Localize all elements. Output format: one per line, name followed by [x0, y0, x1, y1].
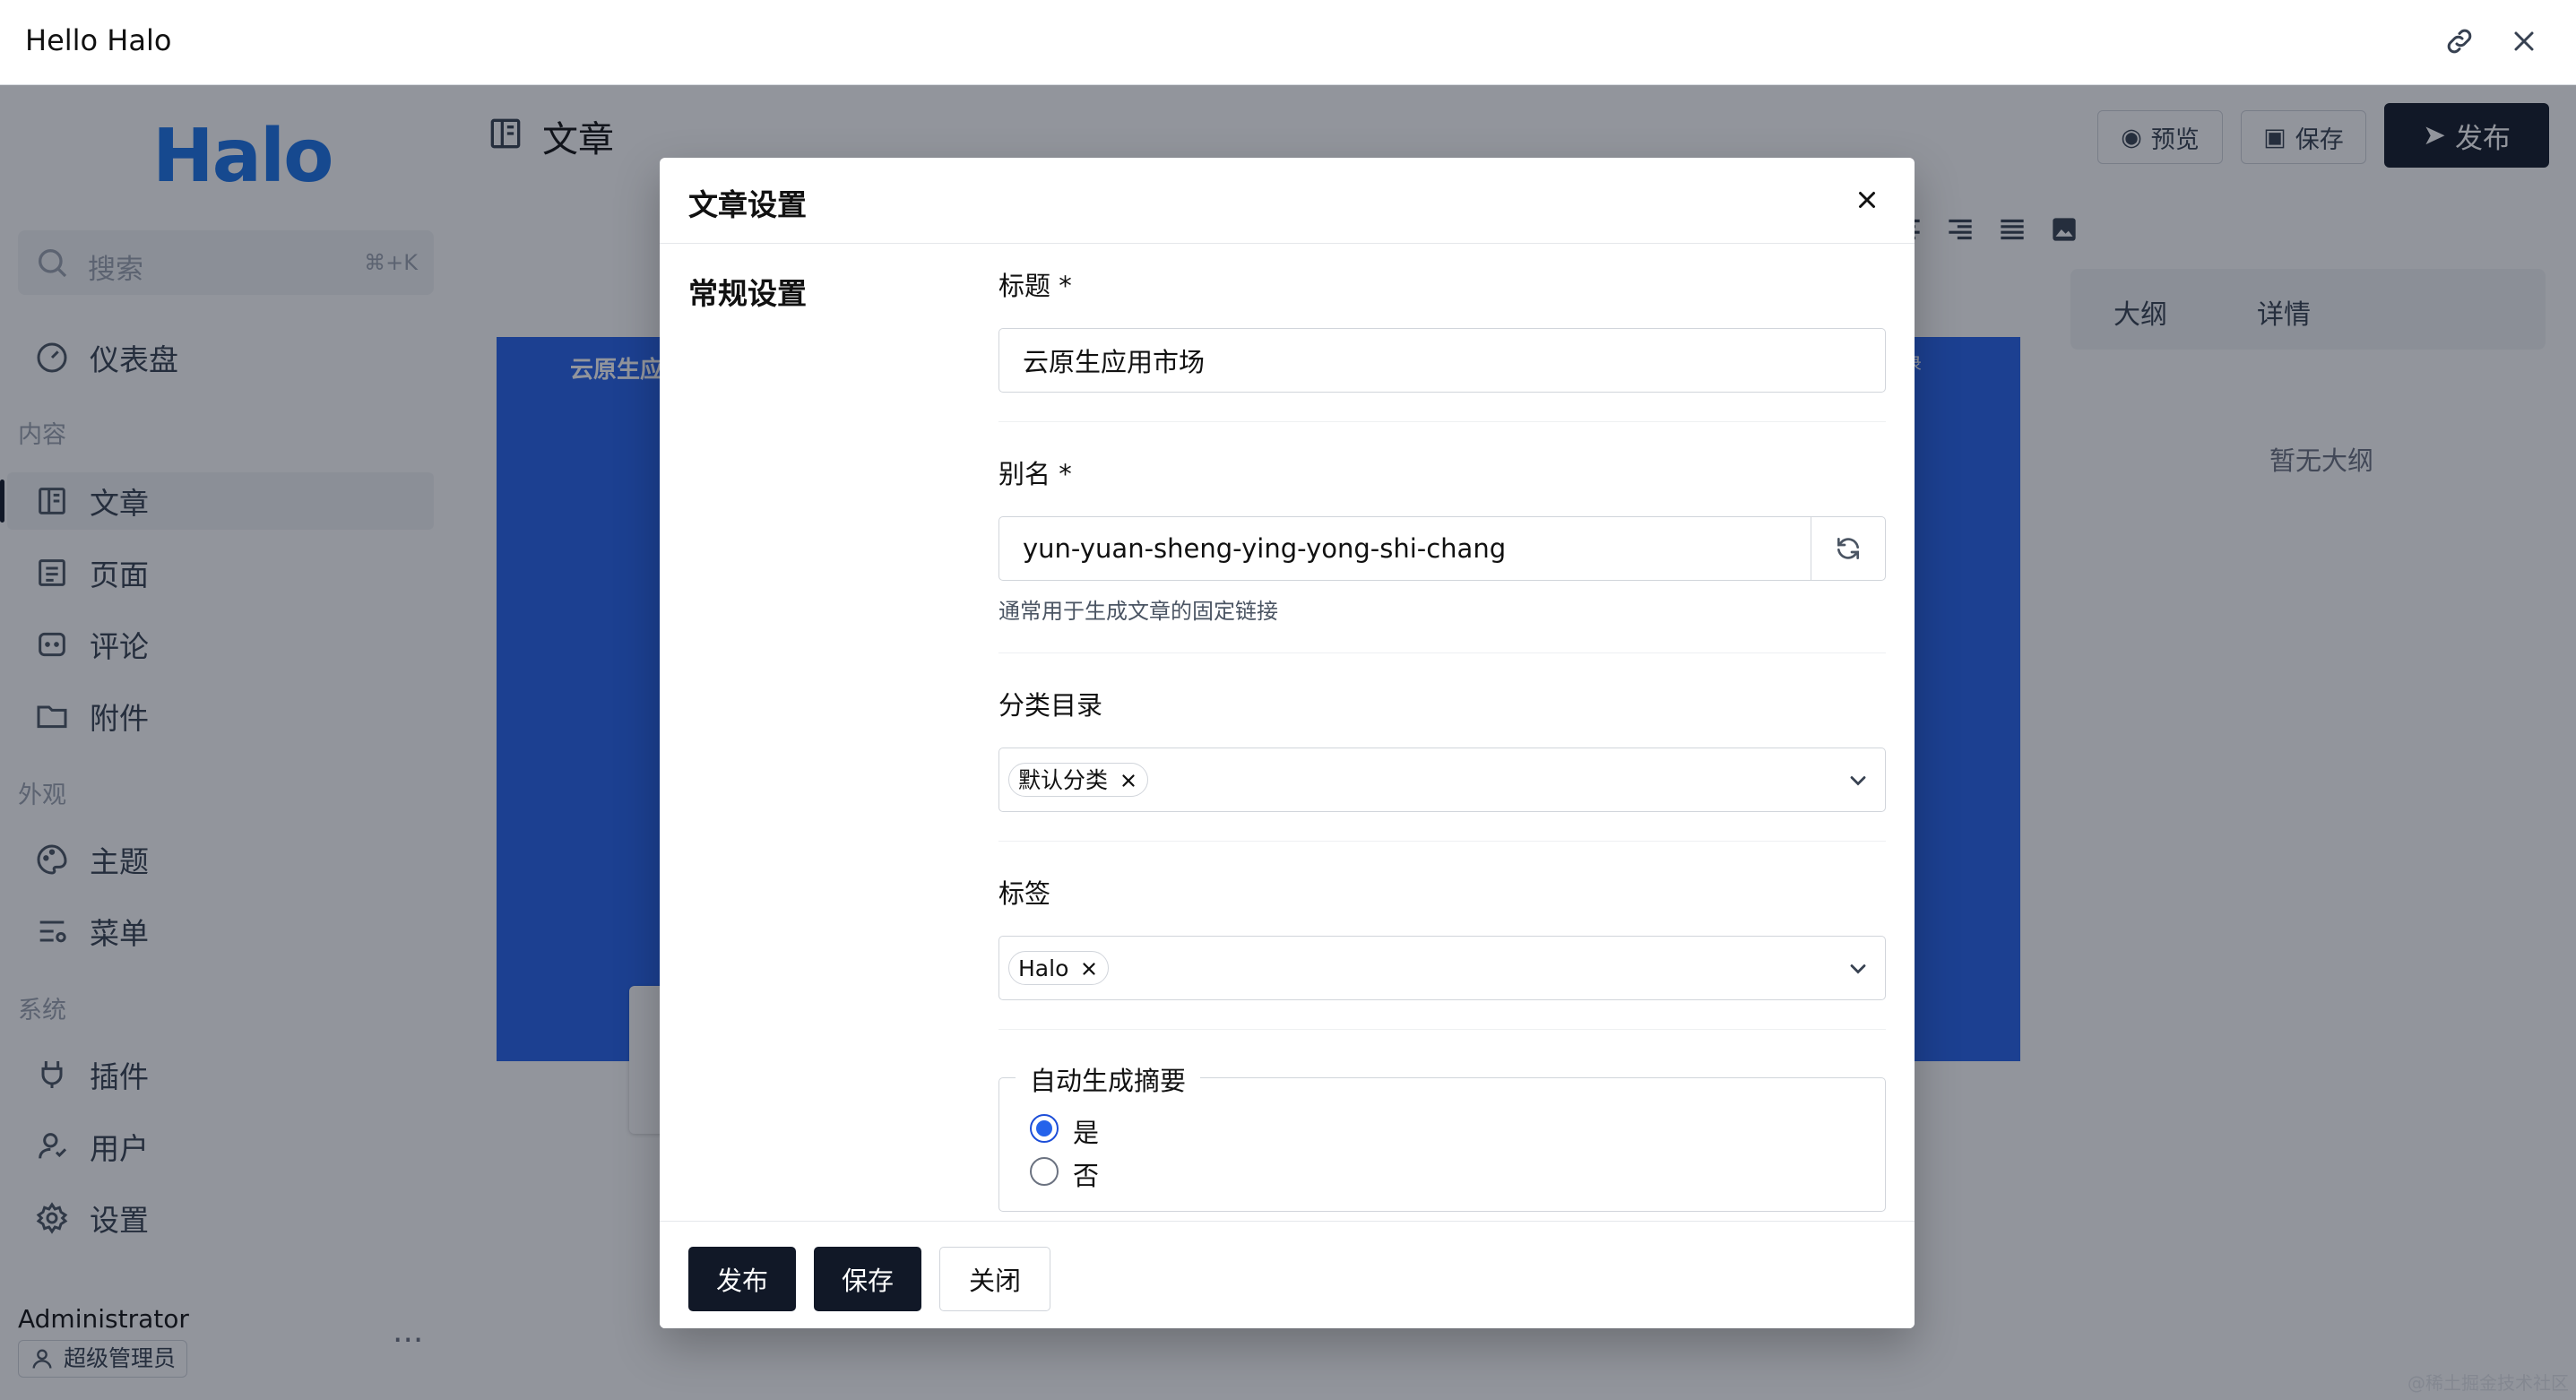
excerpt-yes-radio[interactable] [1030, 1114, 1059, 1143]
refresh-icon [1837, 538, 1859, 559]
modal-footer: 发布 保存 关闭 [660, 1221, 1915, 1328]
tag-chip: Halo [1008, 951, 1110, 985]
save-button[interactable]: 保存 [814, 1247, 921, 1311]
remove-chip-icon[interactable] [1119, 771, 1138, 791]
link-icon[interactable] [2440, 22, 2479, 61]
auto-excerpt-fieldset: 自动生成摘要 是 否 [998, 1060, 1886, 1212]
chevron-down-icon [1850, 964, 1866, 974]
slug-input[interactable]: yun-yuan-sheng-ying-yong-shi-chang [998, 516, 1886, 581]
category-label: 分类目录 [998, 690, 1103, 721]
modal-title: 文章设置 [688, 187, 807, 222]
tags-select[interactable]: Halo [998, 936, 1886, 1000]
remove-chip-icon[interactable] [1079, 959, 1099, 979]
modal-close-button[interactable] [1845, 177, 1889, 222]
slug-value: yun-yuan-sheng-ying-yong-shi-chang [1023, 533, 1507, 564]
divider [998, 841, 1886, 842]
excerpt-no-label[interactable]: 否 [1073, 1155, 1099, 1193]
slug-label: 别名 * [998, 459, 1072, 489]
title-value: 云原生应用市场 [1023, 347, 1206, 377]
divider [998, 652, 1886, 653]
title-input[interactable]: 云原生应用市场 [998, 328, 1886, 393]
modal-header: 文章设置 [660, 158, 1915, 244]
category-chip: 默认分类 [1008, 763, 1149, 797]
slug-help: 通常用于生成文章的固定链接 [998, 599, 1278, 624]
close-icon[interactable] [2504, 22, 2544, 61]
close-button[interactable]: 关闭 [939, 1247, 1050, 1311]
publish-button[interactable]: 发布 [688, 1247, 796, 1311]
post-settings-modal: 文章设置 常规设置 标题 * 云原生应用市场 别名 * yun-yuan-she… [660, 158, 1915, 1328]
excerpt-no-radio[interactable] [1030, 1157, 1059, 1186]
window-title: Hello Halo [25, 23, 172, 57]
divider [998, 421, 1886, 422]
divider [998, 1029, 1886, 1030]
tags-label: 标签 [998, 878, 1051, 909]
refresh-slug-button[interactable] [1811, 517, 1885, 580]
category-select[interactable]: 默认分类 [998, 748, 1886, 812]
close-icon [1859, 192, 1875, 208]
window-titlebar: Hello Halo [0, 0, 2576, 85]
excerpt-yes-label[interactable]: 是 [1073, 1112, 1099, 1150]
auto-excerpt-legend: 自动生成摘要 [1016, 1060, 1201, 1098]
section-title: 常规设置 [688, 276, 807, 311]
chevron-down-icon [1850, 776, 1866, 786]
title-label: 标题 * [998, 271, 1072, 301]
